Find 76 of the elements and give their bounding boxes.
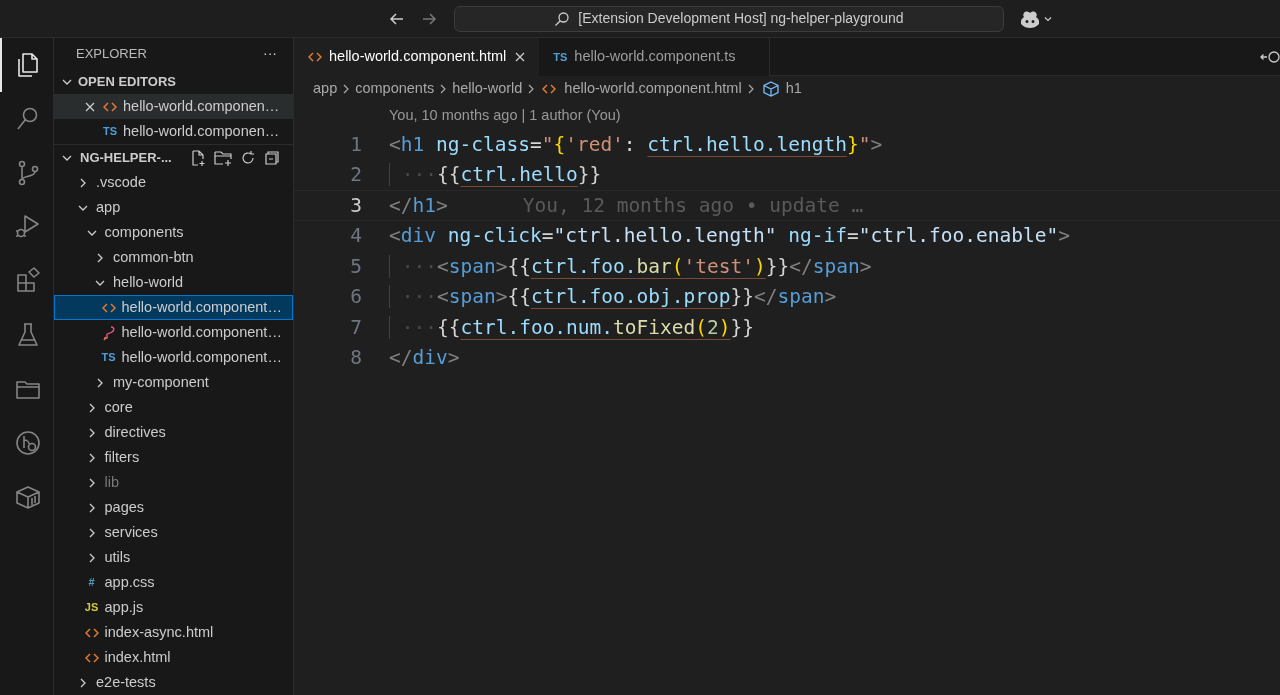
folder-item[interactable]: utils — [54, 545, 293, 570]
search-text: [Extension Development Host] ng-helper-playground — [578, 9, 904, 28]
folder-item[interactable]: services — [54, 520, 293, 545]
sidebar-title: EXPLORER — [76, 44, 147, 63]
folder-item[interactable]: lib — [54, 470, 293, 495]
folder-item[interactable]: directives — [54, 420, 293, 445]
package-icon[interactable] — [13, 483, 42, 511]
line-number: 5 — [349, 253, 362, 280]
folder-item[interactable]: .vscode — [54, 170, 293, 195]
css-file-icon: # — [84, 577, 99, 588]
folder-item[interactable]: components — [54, 220, 293, 245]
folder-item[interactable]: filters — [54, 445, 293, 470]
more-actions-button[interactable]: ··· — [263, 43, 277, 64]
line-number: 4 — [349, 223, 362, 250]
new-folder-icon[interactable] — [213, 148, 233, 167]
new-file-icon[interactable] — [189, 148, 207, 167]
open-editor-item[interactable]: TS hello-world.componen… — [54, 119, 293, 144]
code-line: <div ng-click="ctrl.hello.length" ng-if="ctrl.foo.enable"> — [389, 223, 1070, 250]
breadcrumb-item[interactable]: app — [311, 78, 340, 100]
ts-file-icon: TS — [101, 352, 116, 363]
breadcrumb-item[interactable]: components — [353, 78, 437, 100]
blame-annotation: You, 12 months ago • update … — [522, 192, 864, 219]
branch-search-icon[interactable] — [13, 429, 42, 457]
line-number: 2 — [349, 162, 362, 189]
line-number: 7 — [349, 314, 362, 341]
folder-item[interactable]: e2e-tests — [54, 670, 293, 695]
folder-item[interactable]: my-component — [54, 370, 293, 395]
file-item[interactable]: TS hello-world.component… — [54, 345, 293, 370]
code-brackets-icon — [308, 51, 322, 63]
code-brackets-icon — [84, 651, 99, 664]
folder-item[interactable]: core — [54, 395, 293, 420]
search-icon — [554, 10, 571, 27]
folder-item[interactable]: pages — [54, 495, 293, 520]
ts-file-icon: TS — [103, 126, 117, 137]
style-file-icon — [101, 324, 116, 341]
file-item[interactable]: # app.css — [54, 570, 293, 595]
line-number: 3 — [349, 192, 362, 219]
code-line: ···{{ctrl.foo.num.toFixed(2)}} — [389, 312, 754, 342]
code-brackets-icon — [542, 83, 557, 95]
code-line: ···<span>{{ctrl.foo.bar('test')}}</span> — [389, 251, 872, 281]
section-title[interactable]: NG-HELPER-... — [80, 147, 183, 168]
breadcrumb-item[interactable]: hello-world — [450, 78, 525, 100]
breadcrumb-item[interactable]: h1 — [783, 78, 804, 100]
compare-icon[interactable] — [1260, 48, 1280, 65]
file-item[interactable]: index.html — [54, 645, 293, 670]
file-item[interactable]: JS app.js — [54, 595, 293, 620]
refresh-icon[interactable] — [239, 148, 257, 167]
editor-tab[interactable]: hello-world.component.html — [294, 38, 540, 76]
line-number: 1 — [349, 131, 362, 158]
codelens-text[interactable]: You, 10 months ago | 1 author (You) — [294, 102, 1280, 129]
code-line: </h1> — [389, 192, 448, 219]
collapse-all-icon[interactable] — [263, 148, 281, 167]
file-item[interactable]: hello-world.component… — [54, 295, 293, 320]
code-line: ···{{ctrl.hello}} — [389, 160, 602, 190]
code-brackets-icon — [101, 301, 116, 314]
copilot-menu[interactable] — [1020, 9, 1053, 28]
line-number: 8 — [349, 345, 362, 372]
code-brackets-icon — [103, 100, 117, 113]
editor-tab[interactable]: TS hello-world.component.ts — [539, 38, 770, 76]
folder-item[interactable]: app — [54, 195, 293, 220]
code-line: <h1 ng-class="{'red': ctrl.hello.length}"> — [389, 131, 883, 158]
open-editor-item[interactable]: hello-world.componen… — [54, 94, 293, 119]
section-title[interactable]: OPEN EDITORS — [78, 71, 281, 92]
ts-file-icon: TS — [553, 51, 568, 63]
js-file-icon: JS — [84, 602, 99, 613]
code-brackets-icon — [84, 626, 99, 639]
line-number: 6 — [349, 284, 362, 311]
code-line: ···<span>{{ctrl.foo.obj.prop}}</span> — [389, 282, 837, 312]
file-item[interactable]: index-async.html — [54, 620, 293, 645]
code-line: </div> — [389, 345, 460, 372]
folder-item[interactable]: hello-world — [54, 270, 293, 295]
command-center-search[interactable]: [Extension Development Host] ng-helper-playground — [454, 5, 1004, 32]
cube-icon — [761, 81, 780, 97]
breadcrumb-item[interactable]: hello-world.component.html — [562, 78, 744, 100]
folder-item[interactable]: common-btn — [54, 245, 293, 270]
file-item[interactable]: hello-world.component… — [54, 320, 293, 345]
